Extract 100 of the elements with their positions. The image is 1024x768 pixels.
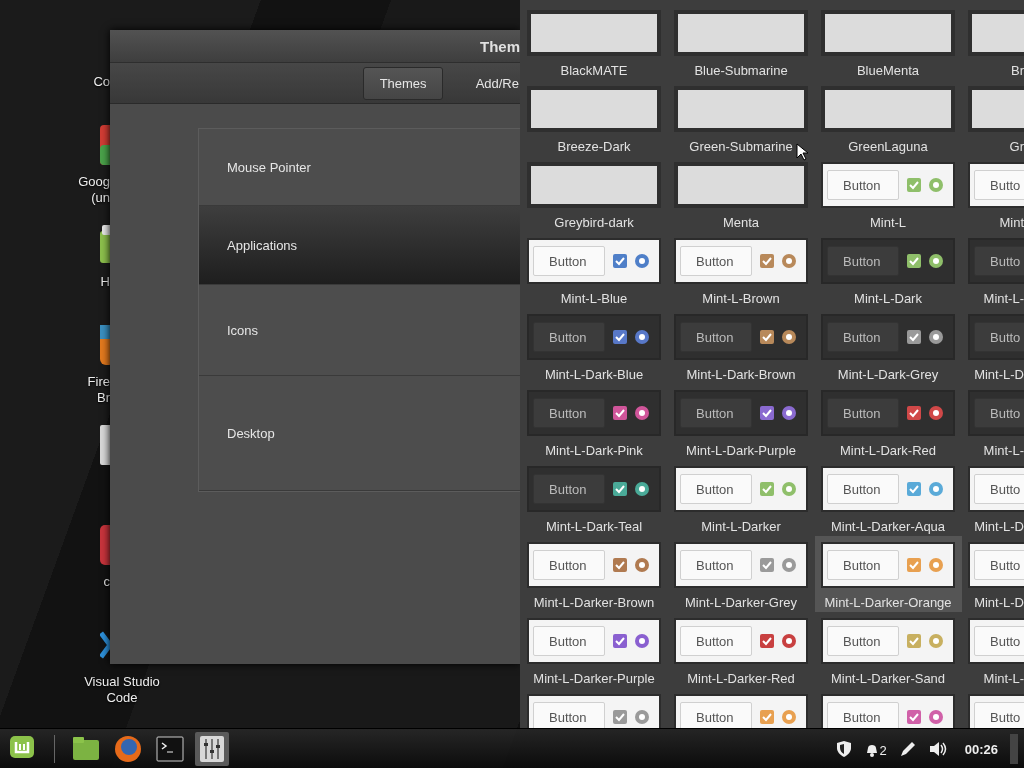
theme-name: Mint-L-Darker-Red [687,671,795,687]
theme-tile[interactable]: BlackMATE [521,4,668,80]
theme-tile[interactable]: Menta [668,156,815,232]
theme-name: Mint [999,215,1024,231]
theme-name: Mint-L-Dark-Pink [545,443,643,459]
mouse-cursor-icon [796,143,809,161]
preview-button: Button [680,626,752,656]
tab[interactable]: Themes [362,66,443,100]
preview-button: Butto [974,398,1024,428]
theme-name: Mint-L [869,215,907,231]
theme-name: Menta [722,215,760,231]
theme-name: Mint-L-D [974,595,1024,611]
window-title: Them [480,37,520,55]
preview-button: Butto [974,170,1024,200]
pen-icon[interactable] [898,740,917,758]
theme-tile[interactable]: Button Mint-L-Dark-Red [815,384,962,460]
theme-tile[interactable]: Button [521,688,668,728]
theme-tile[interactable]: Button Mint-L-Dark [815,232,962,308]
theme-name: Mint-L-Dark-Purple [686,443,796,459]
theme-tile[interactable]: Butto Mint [962,156,1024,232]
preview-button: Button [680,322,752,352]
theme-tile[interactable]: Butto Mint-L-D [962,536,1024,612]
theme-tile[interactable]: Butto Mint-L- [962,384,1024,460]
theme-tile[interactable]: Button Mint-L-Darker-Orange [815,536,962,612]
theme-tile[interactable]: Button Mint-L-Dark-Purple [668,384,815,460]
notification-count: 2 [879,742,887,758]
clock[interactable]: 00:26 [964,741,998,757]
theme-tile[interactable]: Button Mint-L-Brown [668,232,815,308]
theme-tile[interactable]: Button Mint-L-Dark-Grey [815,308,962,384]
desktop-icon-label: H [100,274,110,290]
theme-name: Mint-L-Dark [854,291,922,307]
theme-name: Mint-L-D [974,367,1024,383]
theme-tile[interactable]: Butto Mint-L-D [962,460,1024,536]
theme-tile[interactable]: Button Mint-L-Darker [668,460,815,536]
theme-tile[interactable]: Button Mint-L-Darker-Sand [815,612,962,688]
theme-tile[interactable]: Button Mint-L-Dark-Teal [521,460,668,536]
theme-name: Greybird-dark [554,215,634,231]
preview-button: Button [680,702,752,728]
theme-tile[interactable]: Gr [962,80,1024,156]
theme-tile[interactable]: Button Mint-L-Dark-Brown [668,308,815,384]
theme-tile[interactable]: Butto [962,688,1024,728]
theme-name: Mint-L-Brown [702,291,780,307]
theme-name: Mint-L-Darker-Purple [533,671,655,687]
theme-name: Mint-L-Dark-Blue [544,367,644,383]
desktop-icon-label: Goog (un [78,174,110,206]
theme-name: BlackMATE [560,63,628,79]
preview-button: Button [533,398,605,428]
desktop-icon-label: Visual Studio Code [83,674,161,706]
theme-name: Mint-L- [983,291,1024,307]
app-icon[interactable] [100,225,110,265]
theme-tile[interactable]: Green-Submarine [668,80,815,156]
theme-tile[interactable]: Br [962,4,1024,80]
theme-name: BlueMenta [856,63,920,79]
theme-tile[interactable]: Button Mint-L-Darker-Red [668,612,815,688]
theme-name: Blue-Submarine [694,63,788,79]
theme-tile[interactable]: GreenLaguna [815,80,962,156]
theme-name: Mint-L-Dark-Teal [545,519,643,535]
theme-tile[interactable]: Button Mint-L-Darker-Brown [521,536,668,612]
theme-tile[interactable]: Blue-Submarine [668,4,815,80]
theme-tile[interactable]: Button Mint-L-Darker-Grey [668,536,815,612]
shield-icon[interactable] [835,740,852,758]
theme-tile[interactable]: Button Mint-L-Dark-Pink [521,384,668,460]
preview-button: Button [827,550,899,580]
tab[interactable]: Add/Re [458,66,520,100]
theme-tile[interactable]: Butto Mint-L- [962,612,1024,688]
category-item[interactable]: Desktop [199,376,520,491]
preview-button: Button [827,398,899,428]
theme-name: Mint-L-D [974,519,1024,535]
theme-tile[interactable]: Button [668,688,815,728]
theme-tile[interactable]: BlueMenta [815,4,962,80]
theme-tile[interactable]: Butto Mint-L-D [962,308,1024,384]
preview-button: Butto [974,702,1024,728]
theme-name: Mint-L-Darker-Orange [824,595,952,611]
theme-tile[interactable]: Greybird-dark [521,156,668,232]
theme-name: Mint-L- [983,443,1024,459]
theme-tile[interactable]: Butto Mint-L- [962,232,1024,308]
preview-button: Button [680,474,752,504]
browser-icon [113,734,143,764]
theme-tile[interactable]: Breeze-Dark [521,80,668,156]
volume-icon[interactable] [928,740,949,758]
preview-button: Button [827,170,899,200]
preview-button: Button [827,474,899,504]
theme-tile[interactable]: Button Mint-L-Blue [521,232,668,308]
preview-button: Button [680,550,752,580]
preview-button: Button [827,626,899,656]
theme-tile[interactable]: Button Mint-L-Darker-Purple [521,612,668,688]
theme-tile[interactable]: Button [815,688,962,728]
theme-name: Mint-L-Darker-Grey [685,595,797,611]
category-item[interactable]: Mouse Pointer [199,129,520,206]
category-item[interactable]: Icons [199,285,520,376]
preview-button: Button [827,702,899,728]
taskbar-button[interactable] [195,732,229,766]
theme-tile[interactable]: Button Mint-L-Darker-Aqua [815,460,962,536]
preview-button: Button [827,322,899,352]
theme-name: Br [1011,63,1024,79]
preview-button: Button [680,398,752,428]
theme-tile[interactable]: Button Mint-L [815,156,962,232]
mixer-icon [197,734,227,764]
theme-tile[interactable]: Button Mint-L-Dark-Blue [521,308,668,384]
category-item[interactable]: Applications [199,206,520,285]
